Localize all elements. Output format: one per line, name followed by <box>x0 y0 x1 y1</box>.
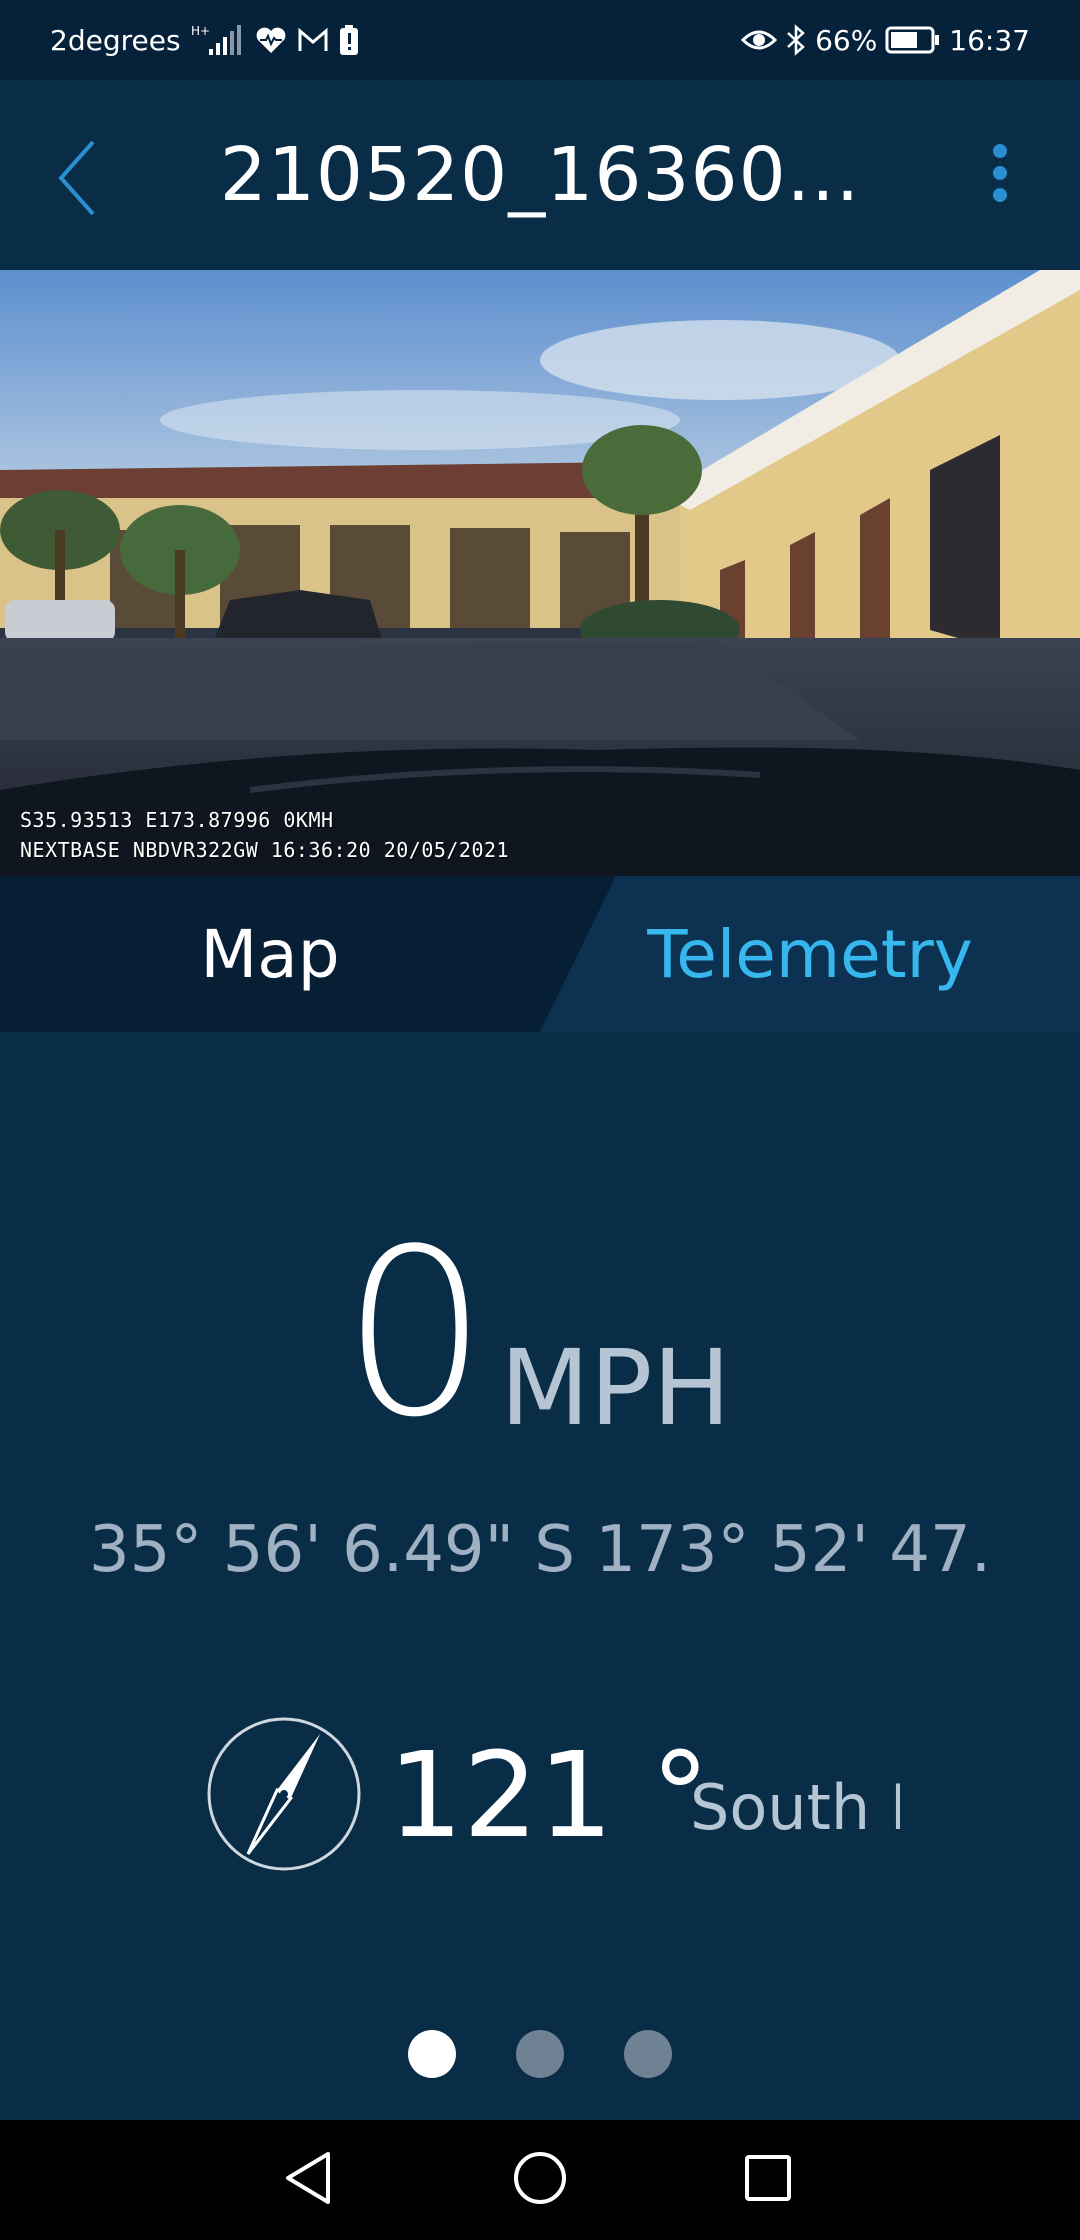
video-overlay-device: NEXTBASE NBDVR322GW 16:36:20 20/05/2021 <box>20 838 510 862</box>
tab-bar: Map Telemetry <box>0 876 1080 1032</box>
video-player[interactable]: S35.93513 E173.87996 0KMH NEXTBASE NBDVR… <box>0 270 1080 876</box>
clock: 16:37 <box>949 23 1030 57</box>
battery-alert-icon <box>339 25 359 55</box>
back-button[interactable] <box>55 135 135 225</box>
speed-unit: MPH <box>500 1327 731 1449</box>
eye-icon <box>741 27 778 53</box>
recents-square-icon <box>738 2148 798 2212</box>
status-bar: 2degrees H+ 66% 16:37 <box>0 0 1080 80</box>
chevron-left-icon <box>55 138 105 222</box>
page-indicator <box>0 2030 1080 2080</box>
system-nav-bar <box>0 2120 1080 2240</box>
heading-value: 121 ° <box>388 1726 710 1864</box>
video-frame-image <box>0 270 1080 876</box>
nav-back-button[interactable] <box>270 2140 350 2220</box>
video-overlay-gps: S35.93513 E173.87996 0KMH <box>20 808 334 832</box>
battery-icon <box>885 26 941 54</box>
nav-home-button[interactable] <box>500 2140 580 2220</box>
page-dot-2[interactable] <box>516 2030 564 2078</box>
more-options-button[interactable] <box>960 130 1040 220</box>
back-triangle-icon <box>280 2148 340 2212</box>
app-bar: 210520_16360... <box>0 80 1080 270</box>
signal-icon: H+ <box>191 23 245 57</box>
tab-telemetry[interactable]: Telemetry <box>600 876 1020 1032</box>
page-title: 210520_16360... <box>219 132 861 218</box>
heading-display: 121 ° South E <box>0 1710 1080 1880</box>
page-dot-3[interactable] <box>624 2030 672 2078</box>
gmail-icon <box>297 27 329 53</box>
health-icon <box>255 25 287 55</box>
page-dot-1[interactable] <box>408 2030 456 2078</box>
nav-recents-button[interactable] <box>728 2140 808 2220</box>
gps-coordinates: 35° 56' 6.49" S 173° 52' 47. <box>88 1513 992 1587</box>
carrier-name: 2degrees <box>50 23 181 57</box>
tab-map[interactable]: Map <box>80 876 460 1032</box>
home-circle-icon <box>510 2148 570 2212</box>
heading-direction: South E <box>690 1771 900 1844</box>
status-bar-left: 2degrees H+ <box>50 20 359 60</box>
speed-value: 0 <box>341 1201 489 1468</box>
battery-percent: 66% <box>815 23 878 57</box>
speed-display: 0 MPH <box>0 1220 1080 1460</box>
network-type: H+ <box>191 24 210 38</box>
bluetooth-icon <box>785 24 807 56</box>
compass-icon <box>206 1716 362 1872</box>
status-bar-right: 66% 16:37 <box>741 20 1030 60</box>
more-vertical-icon <box>990 143 1010 207</box>
